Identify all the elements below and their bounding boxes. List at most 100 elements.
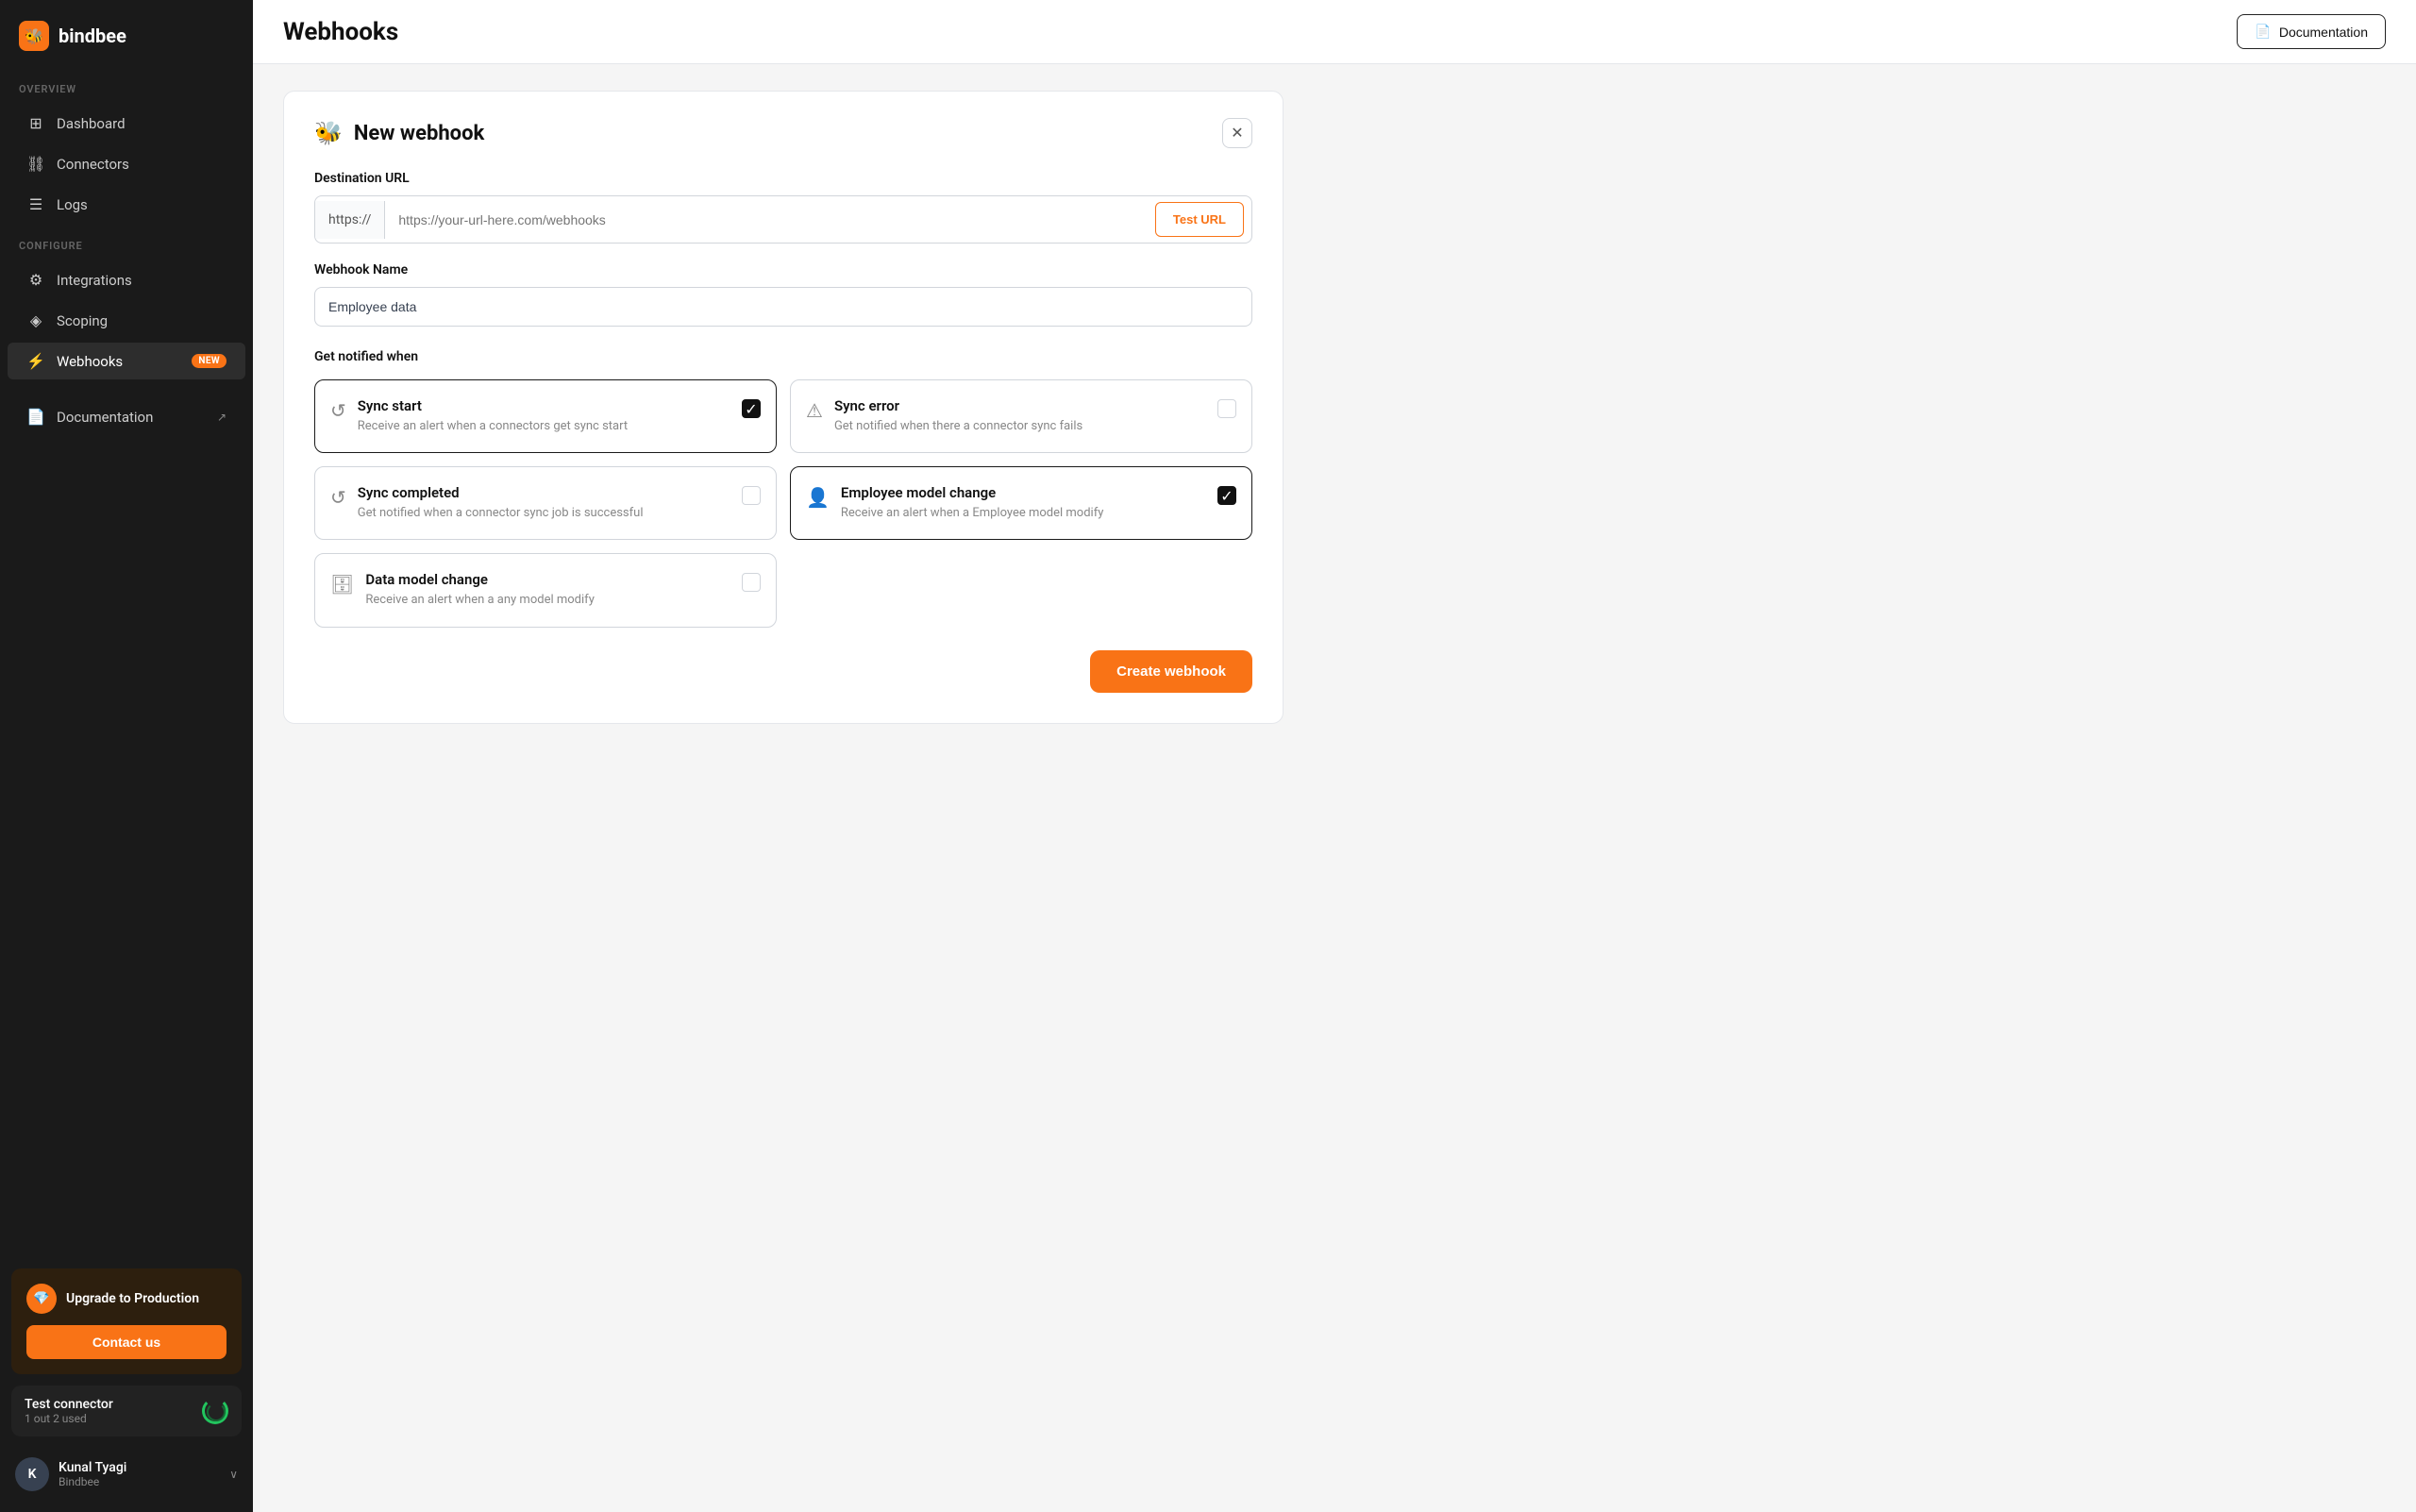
option-title: Sync start — [358, 397, 730, 414]
connector-usage: 1 out 2 used — [25, 1412, 113, 1425]
option-desc: Get notified when there a connector sync… — [834, 418, 1206, 435]
logo-icon: 🐝 — [19, 21, 49, 51]
webhook-name-input[interactable] — [314, 287, 1252, 327]
option-employee-model-change[interactable]: 👤 Employee model change Receive an alert… — [790, 466, 1252, 540]
option-title: Data model change — [365, 571, 730, 588]
user-company: Bindbee — [59, 1475, 126, 1488]
option-title: Sync error — [834, 397, 1206, 414]
logs-icon: ☰ — [26, 195, 45, 213]
connector-name: Test connector — [25, 1397, 113, 1412]
new-badge: NEW — [192, 354, 226, 368]
option-content: Data model change Receive an alert when … — [365, 571, 730, 609]
url-prefix: https:// — [315, 201, 385, 239]
sidebar: 🐝 bindbee OVERVIEW ⊞ Dashboard ⛓ Connect… — [0, 0, 253, 1512]
option-content: Sync start Receive an alert when a conne… — [358, 397, 730, 435]
option-sync-start[interactable]: ↺ Sync start Receive an alert when a con… — [314, 379, 777, 453]
dashboard-icon: ⊞ — [26, 114, 45, 132]
webhook-form-card: 🐝 New webhook ✕ Destination URL https://… — [283, 91, 1284, 724]
webhook-name-label: Webhook Name — [314, 262, 1252, 277]
sidebar-item-scoping[interactable]: ◈ Scoping — [8, 302, 245, 339]
upgrade-icon: 💎 — [26, 1284, 57, 1314]
option-checkbox-sync-completed[interactable] — [742, 486, 761, 505]
card-title-row: 🐝 New webhook — [314, 120, 484, 146]
option-title: Sync completed — [358, 484, 730, 501]
notify-label: Get notified when — [314, 349, 1252, 364]
sidebar-item-label: Connectors — [57, 156, 226, 173]
sidebar-item-documentation[interactable]: 📄 Documentation ↗ — [8, 398, 245, 435]
topbar: Webhooks 📄 Documentation — [253, 0, 2416, 64]
option-desc: Receive an alert when a Employee model m… — [841, 505, 1206, 522]
sidebar-item-logs[interactable]: ☰ Logs — [8, 186, 245, 223]
webhook-form-icon: 🐝 — [314, 120, 343, 146]
page-title: Webhooks — [283, 18, 398, 46]
sidebar-item-label: Documentation — [57, 409, 206, 426]
logo-text: bindbee — [59, 25, 126, 47]
options-grid: ↺ Sync start Receive an alert when a con… — [314, 379, 1252, 540]
option-desc: Receive an alert when a connectors get s… — [358, 418, 730, 435]
option-sync-error[interactable]: ⚠ Sync error Get notified when there a c… — [790, 379, 1252, 453]
scoping-icon: ◈ — [26, 311, 45, 329]
logo: 🐝 bindbee — [0, 0, 253, 68]
upgrade-header: 💎 Upgrade to Production — [26, 1284, 226, 1314]
option-checkbox-sync-error[interactable] — [1217, 399, 1236, 418]
sync-completed-icon: ↺ — [330, 486, 346, 509]
sidebar-item-webhooks[interactable]: ⚡ Webhooks NEW — [8, 343, 245, 379]
user-name: Kunal Tyagi — [59, 1460, 126, 1475]
option-title: Employee model change — [841, 484, 1206, 501]
sidebar-item-label: Scoping — [57, 312, 226, 329]
option-data-model-change[interactable]: 🗄 Data model change Receive an alert whe… — [314, 553, 777, 627]
destination-url-label: Destination URL — [314, 171, 1252, 186]
url-input-row: https:// Test URL — [314, 195, 1252, 244]
test-url-button[interactable]: Test URL — [1155, 202, 1244, 237]
documentation-icon: 📄 — [26, 408, 45, 426]
sidebar-item-integrations[interactable]: ⚙ Integrations — [8, 261, 245, 298]
close-button[interactable]: ✕ — [1222, 118, 1252, 148]
option-content: Employee model change Receive an alert w… — [841, 484, 1206, 522]
sidebar-item-label: Webhooks — [57, 353, 180, 370]
sidebar-bottom: 💎 Upgrade to Production Contact us Test … — [0, 1257, 253, 1512]
option-content: Sync error Get notified when there a con… — [834, 397, 1206, 435]
upgrade-card: 💎 Upgrade to Production Contact us — [11, 1268, 242, 1374]
user-info: Kunal Tyagi Bindbee — [59, 1460, 126, 1488]
create-btn-row: Create webhook — [314, 650, 1252, 693]
option-sync-completed[interactable]: ↺ Sync completed Get notified when a con… — [314, 466, 777, 540]
page-content: 🐝 New webhook ✕ Destination URL https://… — [253, 64, 2416, 1512]
option-desc: Receive an alert when a any model modify — [365, 592, 730, 609]
user-profile[interactable]: K Kunal Tyagi Bindbee ∨ — [11, 1448, 242, 1501]
option-content: Sync completed Get notified when a conne… — [358, 484, 730, 522]
overview-section-label: OVERVIEW — [0, 68, 253, 103]
doc-btn-icon: 📄 — [2255, 24, 2271, 40]
option-checkbox-data-model-change[interactable] — [742, 573, 761, 592]
external-link-icon: ↗ — [217, 411, 226, 424]
close-icon: ✕ — [1231, 124, 1243, 143]
avatar: K — [15, 1457, 49, 1491]
card-header: 🐝 New webhook ✕ — [314, 118, 1252, 148]
option-checkbox-employee-model-change[interactable]: ✓ — [1217, 486, 1236, 505]
sidebar-item-label: Integrations — [57, 272, 226, 289]
url-input[interactable] — [385, 201, 1148, 239]
employee-model-icon: 👤 — [806, 486, 830, 509]
connectors-icon: ⛓ — [26, 155, 45, 173]
option-checkbox-sync-start[interactable]: ✓ — [742, 399, 761, 418]
sidebar-item-dashboard[interactable]: ⊞ Dashboard — [8, 105, 245, 142]
doc-btn-label: Documentation — [2279, 25, 2368, 40]
connector-status-text: Test connector 1 out 2 used — [25, 1397, 113, 1425]
sidebar-item-label: Dashboard — [57, 115, 226, 132]
configure-section-label: CONFIGURE — [0, 225, 253, 260]
sidebar-item-label: Logs — [57, 196, 226, 213]
status-indicator-icon — [202, 1398, 228, 1424]
create-webhook-button[interactable]: Create webhook — [1090, 650, 1252, 693]
sidebar-item-connectors[interactable]: ⛓ Connectors — [8, 145, 245, 182]
sync-error-icon: ⚠ — [806, 399, 823, 422]
connector-status: Test connector 1 out 2 used — [11, 1386, 242, 1436]
option-desc: Get notified when a connector sync job i… — [358, 505, 730, 522]
sync-start-icon: ↺ — [330, 399, 346, 422]
documentation-button[interactable]: 📄 Documentation — [2237, 14, 2386, 49]
integrations-icon: ⚙ — [26, 271, 45, 289]
webhook-form-title: New webhook — [354, 122, 484, 145]
data-model-icon: 🗄 — [330, 573, 354, 596]
webhooks-icon: ⚡ — [26, 352, 45, 370]
chevron-down-icon: ∨ — [229, 1468, 238, 1481]
main-content: Webhooks 📄 Documentation 🐝 New webhook ✕… — [253, 0, 2416, 1512]
contact-us-button[interactable]: Contact us — [26, 1325, 226, 1359]
